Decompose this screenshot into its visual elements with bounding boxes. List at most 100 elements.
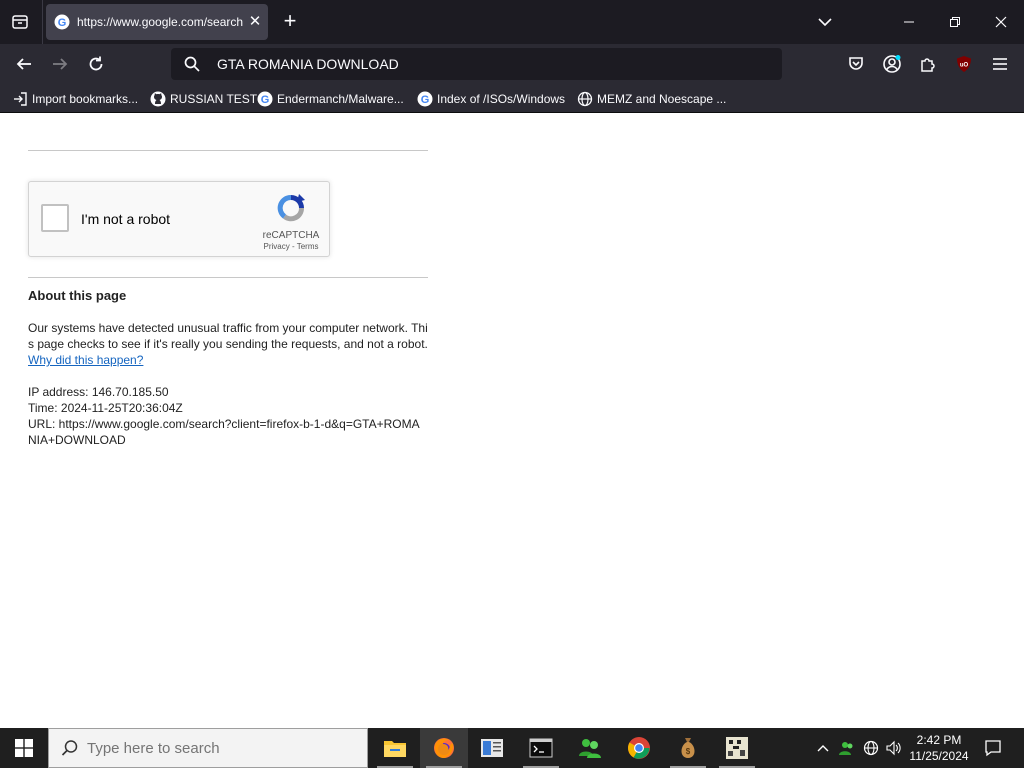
bookmark-russian-test[interactable]: RUSSIAN TEST — [150, 90, 257, 108]
action-center-button[interactable] — [978, 728, 1008, 768]
arrow-right-icon — [53, 58, 68, 70]
speaker-icon — [886, 740, 901, 756]
taskbar: $ 2:42 PM 11/25/2024 — [0, 728, 1024, 768]
url-line: URL: https://www.google.com/search?clien… — [28, 417, 420, 447]
recaptcha-privacy-link[interactable]: Privacy — [264, 242, 290, 251]
url-input[interactable] — [217, 52, 757, 76]
tab-bar: G https://www.google.com/search?client=f… — [0, 0, 1024, 44]
reload-button[interactable] — [82, 50, 110, 78]
game-icon — [726, 737, 748, 759]
tab-separator — [42, 0, 43, 44]
back-button[interactable] — [10, 50, 38, 78]
ublock-origin-button[interactable]: uO — [950, 50, 978, 78]
chrome-icon — [628, 737, 650, 759]
svg-text:G: G — [58, 17, 67, 29]
app-menu-button[interactable] — [986, 50, 1014, 78]
taskbar-app-terminal[interactable] — [517, 728, 565, 768]
close-tab-icon[interactable]: ✕ — [247, 14, 263, 30]
network-button[interactable] — [860, 728, 882, 768]
bookmark-label: Import bookmarks... — [32, 92, 139, 106]
recaptcha-terms-link[interactable]: Terms — [297, 242, 319, 251]
svg-text:G: G — [421, 94, 430, 106]
start-button[interactable] — [0, 728, 48, 768]
extensions-button[interactable] — [914, 50, 942, 78]
list-all-tabs-button[interactable] — [802, 0, 848, 44]
taskbar-search-box[interactable] — [48, 728, 368, 768]
time-line: Time: 2024-11-25T20:36:04Z — [28, 401, 183, 415]
firefox-view-icon — [12, 15, 28, 29]
clock-date: 11/25/2024 — [909, 749, 969, 763]
message-text: Our systems have detected unusual traffi… — [28, 321, 428, 351]
hamburger-menu-icon — [993, 58, 1007, 70]
globe-icon — [577, 91, 593, 107]
bookmark-label: Index of /ISOs/Windows — [437, 92, 566, 106]
puzzle-icon — [921, 58, 935, 72]
why-did-this-happen-link[interactable]: Why did this happen? — [28, 353, 143, 367]
search-icon — [61, 740, 78, 756]
ip-address-line: IP address: 146.70.185.50 — [28, 385, 169, 399]
volume-button[interactable] — [883, 728, 905, 768]
taskbar-app-game[interactable] — [713, 728, 761, 768]
recaptcha-links: Privacy - Terms — [251, 242, 331, 251]
minimize-icon — [904, 21, 914, 23]
bookmark-label: MEMZ and Noescape ... — [597, 92, 727, 106]
recaptcha-logo-icon — [277, 194, 305, 222]
unusual-traffic-message: Our systems have detected unusual traffi… — [28, 320, 428, 368]
account-icon — [883, 55, 901, 73]
taskbar-app-money[interactable]: $ — [664, 728, 712, 768]
svg-text:G: G — [261, 94, 270, 106]
bookmark-label: RUSSIAN TEST — [170, 92, 258, 106]
taskbar-app-file-explorer[interactable] — [371, 728, 419, 768]
arrow-left-icon — [16, 58, 31, 70]
forward-button[interactable] — [46, 50, 74, 78]
network-globe-icon — [863, 740, 879, 756]
bookmark-label: Endermanch/Malware... — [277, 92, 404, 106]
taskbar-app-users[interactable] — [566, 728, 614, 768]
url-bar[interactable] — [171, 48, 782, 80]
chevron-down-icon — [818, 18, 832, 27]
import-icon — [12, 91, 28, 107]
pocket-button[interactable] — [842, 50, 870, 78]
terminal-icon — [529, 738, 553, 758]
pocket-icon — [849, 57, 863, 70]
tab-google-search[interactable]: G https://www.google.com/search?client=f… — [46, 4, 268, 40]
recaptcha-brand: reCAPTCHA — [262, 230, 320, 241]
google-icon: G — [417, 91, 433, 107]
recaptcha-widget: I'm not a robot reCAPTCHA Privacy - Term… — [28, 181, 330, 257]
file-explorer-icon — [384, 741, 406, 757]
restore-button[interactable] — [932, 0, 978, 44]
account-button[interactable] — [878, 50, 906, 78]
clock-time: 2:42 PM — [916, 733, 962, 747]
close-window-button[interactable] — [978, 0, 1024, 44]
divider — [28, 277, 428, 278]
ublock-origin-icon: uO — [957, 56, 971, 72]
search-icon — [184, 56, 200, 72]
recaptcha-checkbox[interactable] — [41, 204, 69, 232]
bookmark-index-isos-windows[interactable]: G Index of /ISOs/Windows — [417, 90, 565, 108]
google-icon: G — [54, 14, 70, 30]
taskbar-app-news[interactable] — [468, 728, 516, 768]
show-hidden-icons-button[interactable] — [812, 728, 834, 768]
svg-text:$: $ — [686, 747, 691, 756]
notification-icon — [985, 740, 1001, 757]
tray-app-users[interactable] — [836, 728, 858, 768]
minimize-button[interactable] — [886, 0, 932, 44]
taskbar-clock[interactable]: 2:42 PM 11/25/2024 — [904, 732, 974, 764]
money-bag-icon: $ — [681, 738, 695, 758]
firefox-icon — [434, 738, 454, 758]
new-tab-button[interactable]: + — [278, 10, 302, 34]
bookmark-import[interactable]: Import bookmarks... — [12, 90, 138, 108]
taskbar-search-input[interactable] — [87, 739, 347, 757]
svg-text:uO: uO — [960, 63, 969, 69]
bookmark-memz-noescape[interactable]: MEMZ and Noescape ... — [577, 90, 726, 108]
google-icon: G — [257, 91, 273, 107]
divider — [28, 150, 428, 151]
chevron-up-icon — [817, 745, 829, 752]
github-icon — [150, 91, 166, 107]
firefox-view-button[interactable] — [8, 10, 32, 34]
recaptcha-links-separator: - — [289, 242, 297, 251]
restore-icon — [950, 17, 960, 27]
taskbar-app-firefox[interactable] — [420, 728, 468, 768]
bookmark-endermanch-malware[interactable]: G Endermanch/Malware... — [257, 90, 404, 108]
taskbar-app-chrome[interactable] — [615, 728, 663, 768]
